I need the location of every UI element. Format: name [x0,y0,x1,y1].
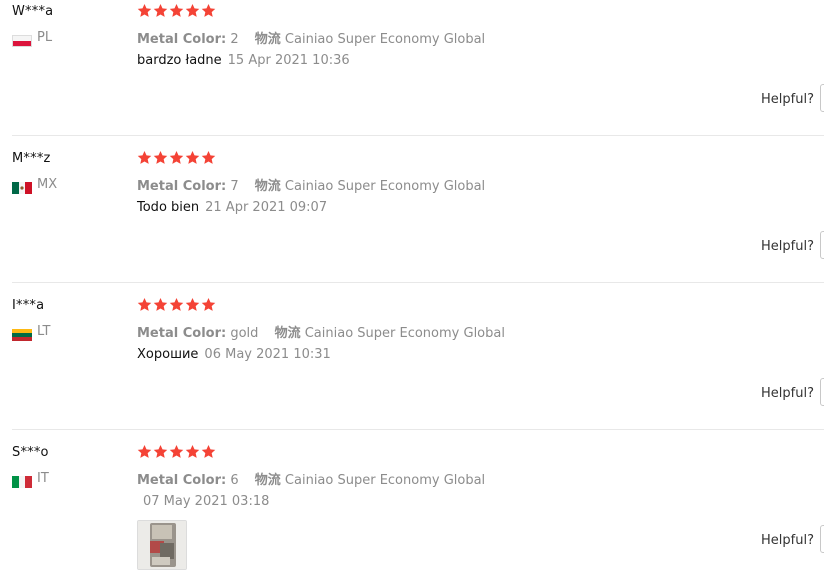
flag-lt-icon [12,326,32,341]
star-icon [137,444,152,459]
star-icon [185,444,200,459]
review-date: 15 Apr 2021 10:36 [227,53,350,68]
helpful-label: Helpful? [761,533,814,548]
star-icon [201,3,216,18]
metal-color-value: 2 [230,32,239,47]
country-code: PL [37,30,53,45]
star-icon [185,150,200,165]
review-text: Хорошие [137,347,199,362]
reviewer-name: W***a [12,4,54,19]
review-meta: Metal Color: 6 物流 Cainiao Super Economy … [137,469,497,488]
helpful-label: Helpful? [761,92,814,107]
star-icon [185,297,200,312]
reviewer-country: PL [12,30,53,47]
shipping-label: 物流 [254,473,281,488]
metal-color-value: 7 [230,179,239,194]
helpful-button[interactable] [820,378,824,406]
star-icon [201,297,216,312]
flag-it-icon [12,473,32,488]
flag-mx-icon [12,179,32,194]
rating-stars [137,3,216,18]
review-feedback: 07 May 2021 03:18 [137,494,269,509]
metal-color-value: gold [230,326,259,341]
review-divider [12,282,824,283]
shipping-value: Cainiao Super Economy Global [304,326,505,341]
star-icon [137,297,152,312]
country-code: IT [37,471,49,486]
star-icon [185,3,200,18]
metal-color-label: Metal Color: [137,32,227,47]
star-icon [169,444,184,459]
helpful-button[interactable] [820,525,824,553]
country-code: MX [37,177,58,192]
star-icon [153,150,168,165]
reviewer-country: IT [12,471,49,488]
rating-stars [137,297,216,312]
review-meta: Metal Color: 7 物流 Cainiao Super Economy … [137,175,497,194]
helpful-button[interactable] [820,84,824,112]
reviewer-name: I***a [12,298,45,313]
review-photo-image [138,521,186,569]
star-icon [169,150,184,165]
reviewer-country: LT [12,324,51,341]
review-meta: Metal Color: gold 物流 Cainiao Super Econo… [137,322,517,341]
review-text: Todo bien [137,200,200,215]
metal-color-value: 6 [230,473,239,488]
star-icon [201,444,216,459]
helpful-label: Helpful? [761,239,814,254]
shipping-label: 物流 [274,326,301,341]
reviewer-name: S***o [12,445,49,460]
star-icon [153,3,168,18]
flag-pl-icon [12,32,32,47]
star-icon [137,150,152,165]
review-item: I***a LT Metal Color: gold 物流 Cainiao Su… [0,294,824,441]
review-date: 21 Apr 2021 09:07 [205,200,328,215]
helpful-label: Helpful? [761,386,814,401]
star-icon [201,150,216,165]
shipping-value: Cainiao Super Economy Global [284,179,486,194]
shipping-value: Cainiao Super Economy Global [284,473,486,488]
review-text: bardzo ładne [137,53,222,68]
shipping-label: 物流 [254,179,281,194]
review-feedback: bardzo ładne 15 Apr 2021 10:36 [137,53,350,68]
review-feedback: Хорошие 06 May 2021 10:31 [137,347,331,362]
reviewer-country: MX [12,177,58,194]
star-icon [169,297,184,312]
country-code: LT [37,324,51,339]
shipping-label: 物流 [254,32,281,47]
shipping-value: Cainiao Super Economy Global [284,32,486,47]
review-divider [12,429,824,430]
review-divider [12,135,824,136]
review-item: W***a PL Metal Color: 2 物流 Cainiao Super… [0,0,824,147]
helpful-button[interactable] [820,231,824,259]
review-item: S***o IT Metal Color: 6 物流 Cainiao Super… [0,441,824,579]
reviewer-name: M***z [12,151,51,166]
review-item: M***z MX Metal Color: 7 物流 Cainiao Super… [0,147,824,294]
rating-stars [137,150,216,165]
star-icon [153,444,168,459]
review-date: 06 May 2021 10:31 [204,347,331,362]
review-photo-thumbnail[interactable] [137,520,187,570]
review-date: 07 May 2021 03:18 [143,494,270,509]
rating-stars [137,444,216,459]
review-meta: Metal Color: 2 物流 Cainiao Super Economy … [137,28,497,47]
review-feedback: Todo bien 21 Apr 2021 09:07 [137,200,327,215]
star-icon [137,3,152,18]
metal-color-label: Metal Color: [137,326,227,341]
metal-color-label: Metal Color: [137,473,227,488]
star-icon [153,297,168,312]
metal-color-label: Metal Color: [137,179,227,194]
star-icon [169,3,184,18]
